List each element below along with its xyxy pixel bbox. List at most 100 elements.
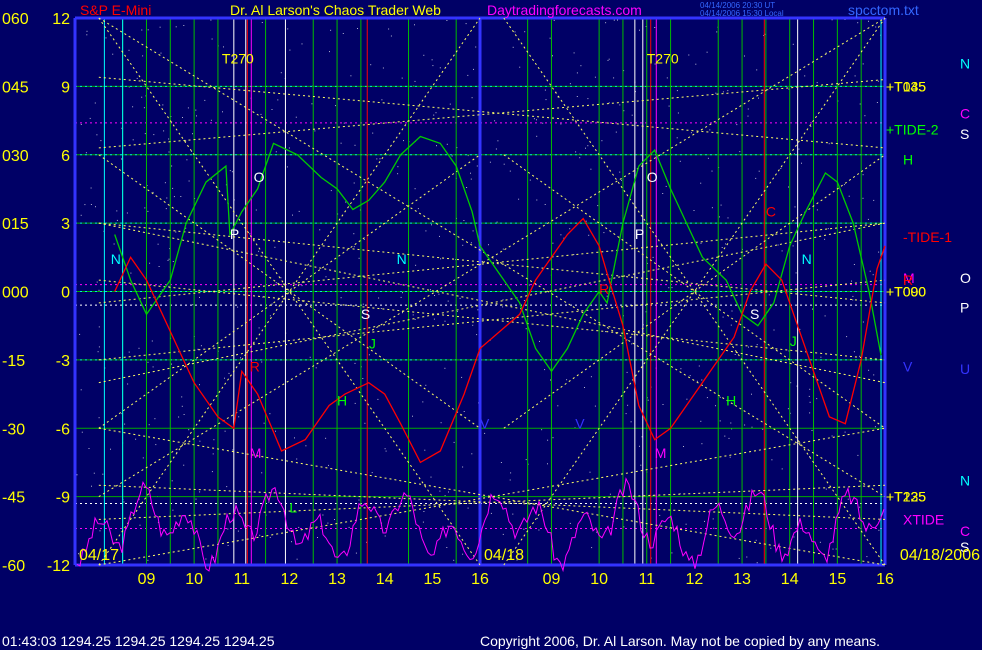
star-dot [471,97,473,99]
star-dot [706,51,708,53]
right-label: -TIDE-1 [903,229,952,245]
star-dot [317,537,318,538]
star-dot [237,530,239,532]
star-dot [510,472,512,474]
star-dot [719,420,721,422]
star-dot [762,428,764,430]
star-dot [149,262,151,264]
star-dot [261,22,263,23]
star-dot [639,445,640,447]
star-dot [183,464,185,466]
star-dot [93,472,95,474]
star-dot [869,270,871,272]
y-tick-inner: 12 [52,11,70,28]
star-dot [587,98,589,100]
star-dot [849,121,851,123]
star-dot [685,523,687,525]
star-dot [447,300,449,302]
star-dot [725,243,727,245]
star-dot [222,111,223,113]
marker-label: N [802,251,812,267]
star-dot [640,464,642,466]
star-dot [181,396,183,398]
star-dot [171,480,173,482]
star-dot [402,292,403,294]
star-dot [249,233,251,235]
star-dot [126,212,128,214]
star-dot [435,112,437,114]
y-tick-outer: 015 [2,216,29,233]
star-dot [463,220,465,221]
star-dot [124,423,126,425]
star-dot [758,170,760,172]
star-dot [128,351,130,353]
star-dot [172,509,174,511]
star-dot [627,404,629,406]
star-dot [573,254,575,255]
star-dot [816,398,818,400]
star-dot [88,448,90,449]
star-dot [698,365,700,367]
star-dot [364,422,366,424]
y-tick-outer: 030 [2,148,29,165]
star-dot [80,389,82,391]
star-dot [819,541,821,543]
star-dot [186,159,188,161]
star-dot [212,453,214,455]
star-dot [280,277,282,279]
star-dot [470,178,472,180]
marker-label: M [250,445,262,461]
star-dot [688,54,690,56]
star-dot [804,75,806,77]
star-dot [862,63,864,65]
star-dot [473,68,474,70]
star-dot [444,367,446,369]
star-dot [329,51,330,53]
y-tick-outer: 060 [2,11,29,28]
star-dot [569,228,571,230]
star-dot [756,562,758,564]
marker-label: P [635,226,644,242]
star-dot [475,46,477,48]
star-dot [431,224,432,226]
star-dot [647,399,649,401]
star-dot [348,526,350,528]
star-dot [727,217,729,219]
header-symbol: S&P E-Mini [80,2,151,18]
star-dot [472,230,474,232]
star-dot [231,171,233,173]
x-tick-label: 12 [686,571,704,588]
star-dot [859,506,861,508]
x-tick-label: 15 [423,571,441,588]
marker-label: M [655,445,667,461]
star-dot [853,264,855,265]
star-dot [199,296,200,298]
star-dot [165,208,167,210]
star-dot [867,218,869,220]
star-dot [476,334,478,336]
y-tick-inner: 9 [61,79,70,96]
star-dot [722,91,724,93]
star-dot [98,417,100,419]
star-dot [384,535,386,537]
y-tick-outer: -60 [2,558,25,575]
y-tick-outer: -15 [2,353,25,370]
star-dot [877,80,879,82]
star-dot [847,498,849,500]
star-dot [368,354,370,356]
star-dot [350,75,352,77]
star-dot [192,304,194,306]
marker-label: T270 [647,51,679,67]
star-dot [677,112,679,114]
star-dot [734,354,736,355]
star-dot [377,398,379,400]
star-dot [172,261,174,262]
star-dot [279,342,281,344]
star-dot [787,408,789,410]
star-dot [168,138,170,140]
star-dot [370,64,372,66]
x-tick-label: 16 [471,571,489,588]
star-dot [671,552,673,554]
star-dot [585,220,587,222]
star-dot [142,55,144,57]
